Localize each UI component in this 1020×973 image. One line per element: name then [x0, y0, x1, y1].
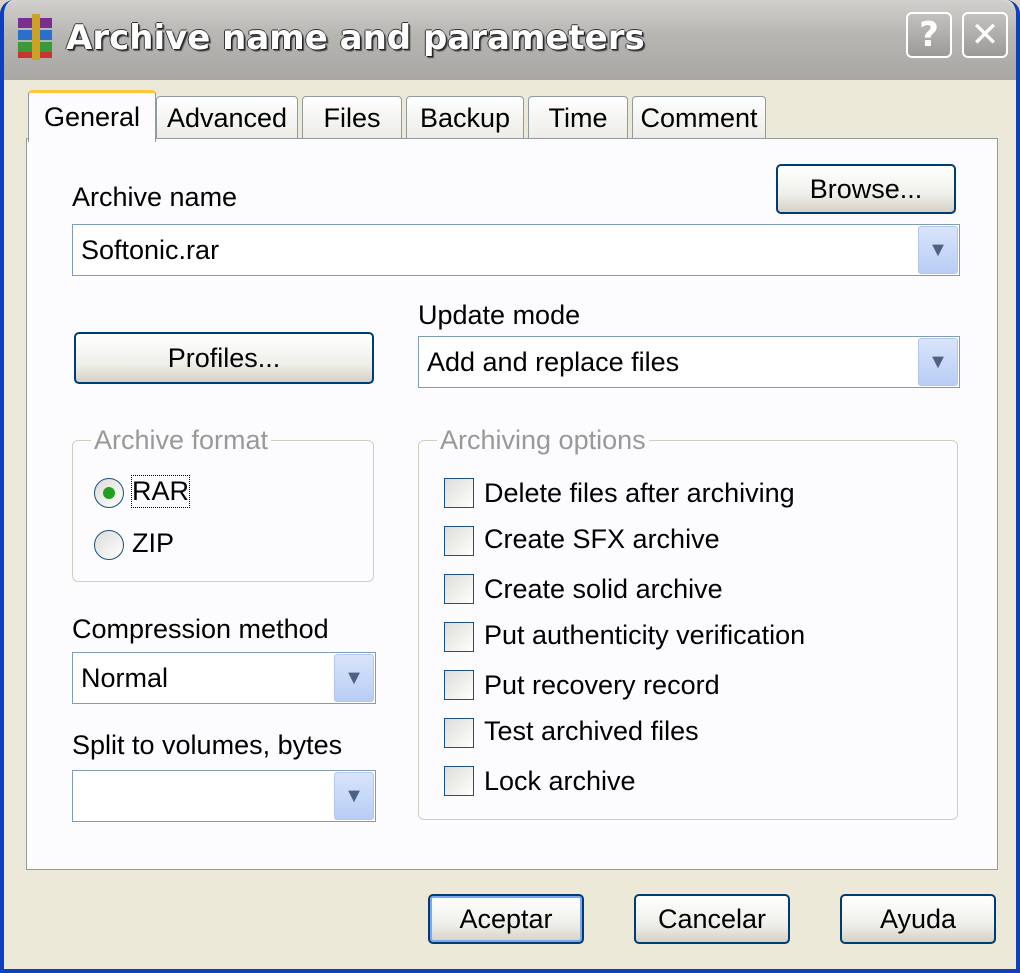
split-volumes-combo[interactable]: ▼	[72, 770, 376, 822]
help-footer-button[interactable]: Ayuda	[840, 894, 996, 944]
ok-button-label: Aceptar	[459, 903, 553, 934]
help-button-label: Ayuda	[879, 903, 957, 934]
tab-label: Time	[548, 103, 608, 133]
close-icon: ✕	[970, 15, 1000, 55]
cancel-button-label: Cancelar	[657, 903, 767, 934]
archive-name-label: Archive name	[72, 182, 238, 212]
chevron-down-icon[interactable]: ▼	[918, 226, 958, 274]
archive-format-title: Archive format	[91, 425, 272, 456]
checkbox-create-sfx[interactable]	[444, 526, 474, 556]
dialog-window: Archive name and parameters ? ✕ General …	[0, 0, 1020, 973]
checkbox-authenticity[interactable]	[444, 622, 474, 652]
option-create-sfx-label[interactable]: Create SFX archive	[484, 524, 720, 555]
question-icon: ?	[919, 15, 939, 55]
tab-backup[interactable]: Backup	[406, 96, 524, 140]
tab-general[interactable]: General	[28, 90, 156, 142]
tab-files[interactable]: Files	[302, 96, 402, 140]
chevron-down-icon[interactable]: ▼	[334, 772, 374, 820]
radio-rar[interactable]	[94, 478, 124, 508]
archiving-options-title: Archiving options	[437, 425, 649, 456]
tab-label: General	[43, 102, 141, 132]
winrar-books-icon	[18, 14, 52, 60]
split-volumes-label: Split to volumes, bytes	[72, 730, 343, 760]
archive-format-group: Archive format	[72, 425, 374, 582]
tab-label: Files	[323, 103, 381, 133]
tab-advanced[interactable]: Advanced	[156, 96, 298, 140]
tab-label: Comment	[640, 103, 758, 133]
update-mode-label: Update mode	[418, 300, 581, 330]
chevron-down-icon[interactable]: ▼	[918, 338, 958, 386]
radio-zip-label[interactable]: ZIP	[132, 528, 174, 559]
archive-name-combo[interactable]: Softonic.rar ▼	[72, 224, 960, 276]
checkbox-solid-archive[interactable]	[444, 574, 474, 604]
compression-select[interactable]: Normal ▼	[72, 652, 376, 704]
option-authenticity-label[interactable]: Put authenticity verification	[484, 620, 805, 651]
profiles-button-label: Profiles...	[167, 342, 281, 373]
browse-button-label: Browse...	[809, 173, 923, 204]
close-button[interactable]: ✕	[962, 12, 1008, 58]
compression-label: Compression method	[72, 614, 329, 644]
tab-label: Advanced	[166, 103, 288, 133]
update-mode-value: Add and replace files	[427, 346, 680, 377]
tab-time[interactable]: Time	[528, 96, 628, 140]
option-solid-archive-label[interactable]: Create solid archive	[484, 574, 723, 605]
checkbox-lock-archive[interactable]	[444, 766, 474, 796]
radio-rar-label[interactable]: RAR	[130, 475, 191, 508]
update-mode-select[interactable]: Add and replace files ▼	[418, 336, 960, 388]
radio-zip[interactable]	[94, 530, 124, 560]
checkbox-recovery-record[interactable]	[444, 670, 474, 700]
option-test-files-label[interactable]: Test archived files	[484, 716, 699, 747]
archive-name-value: Softonic.rar	[81, 234, 220, 265]
checkbox-test-files[interactable]	[444, 718, 474, 748]
cancel-button[interactable]: Cancelar	[634, 894, 790, 944]
compression-value: Normal	[81, 662, 169, 693]
title-bar[interactable]: Archive name and parameters ? ✕	[4, 0, 1016, 80]
tab-label: Backup	[419, 103, 511, 133]
option-lock-archive-label[interactable]: Lock archive	[484, 766, 636, 797]
chevron-down-icon[interactable]: ▼	[334, 654, 374, 702]
option-recovery-record-label[interactable]: Put recovery record	[484, 670, 720, 701]
browse-button[interactable]: Browse...	[776, 164, 956, 214]
checkbox-delete-files[interactable]	[444, 478, 474, 508]
ok-button[interactable]: Aceptar	[428, 894, 584, 944]
window-title: Archive name and parameters	[66, 18, 645, 58]
help-button[interactable]: ?	[906, 12, 952, 58]
option-delete-files-label[interactable]: Delete files after archiving	[484, 478, 795, 509]
radio-dot-icon	[103, 487, 115, 499]
profiles-button[interactable]: Profiles...	[74, 332, 374, 384]
tab-comment[interactable]: Comment	[632, 96, 766, 140]
